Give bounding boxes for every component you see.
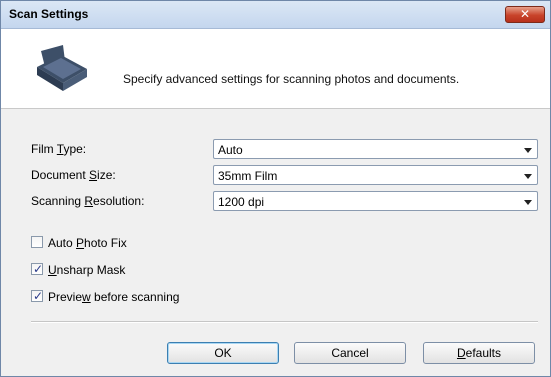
document-size-label: Document Size: — [31, 168, 116, 182]
divider — [31, 321, 538, 323]
check-mark-icon: ✓ — [33, 289, 44, 303]
scan-settings-dialog: Scan Settings ✕ Specify advanced setting… — [0, 0, 551, 377]
cancel-button[interactable]: Cancel — [294, 342, 406, 364]
header-banner: Specify advanced settings for scanning p… — [1, 29, 550, 109]
scanning-resolution-select[interactable]: 1200 dpi — [213, 191, 538, 211]
close-icon: ✕ — [519, 7, 531, 21]
film-type-label: Film Type: — [31, 142, 87, 156]
title-bar: Scan Settings ✕ — [1, 1, 550, 29]
checkbox-box[interactable]: ✓ — [31, 262, 44, 276]
ok-button[interactable]: OK — [167, 342, 279, 364]
unsharp-mask-label: Unsharp Mask — [48, 263, 126, 277]
cancel-button-label: Cancel — [331, 346, 369, 360]
window-title: Scan Settings — [9, 7, 89, 21]
close-button[interactable]: ✕ — [505, 6, 545, 23]
chevron-down-icon — [524, 200, 532, 205]
scanning-resolution-value: 1200 dpi — [218, 195, 265, 209]
ok-button-label: OK — [214, 346, 232, 360]
checkbox-box[interactable]: ✓ — [31, 289, 44, 303]
scanning-resolution-label: Scanning Resolution: — [31, 194, 145, 208]
defaults-button-label: Defaults — [456, 346, 502, 360]
document-size-select[interactable]: 35mm Film — [213, 165, 538, 185]
scanner-icon — [37, 45, 87, 91]
header-description: Specify advanced settings for scanning p… — [123, 72, 460, 86]
check-mark-icon: ✓ — [33, 262, 44, 276]
film-type-select[interactable]: Auto — [213, 139, 538, 159]
chevron-down-icon — [524, 148, 532, 153]
film-type-value: Auto — [218, 143, 243, 157]
chevron-down-icon — [524, 174, 532, 179]
auto-photo-fix-label: Auto Photo Fix — [48, 236, 127, 250]
checkbox-box[interactable] — [31, 236, 43, 248]
preview-before-scanning-label: Preview before scanning — [48, 290, 180, 304]
defaults-button[interactable]: Defaults — [423, 342, 535, 364]
document-size-value: 35mm Film — [218, 169, 278, 183]
